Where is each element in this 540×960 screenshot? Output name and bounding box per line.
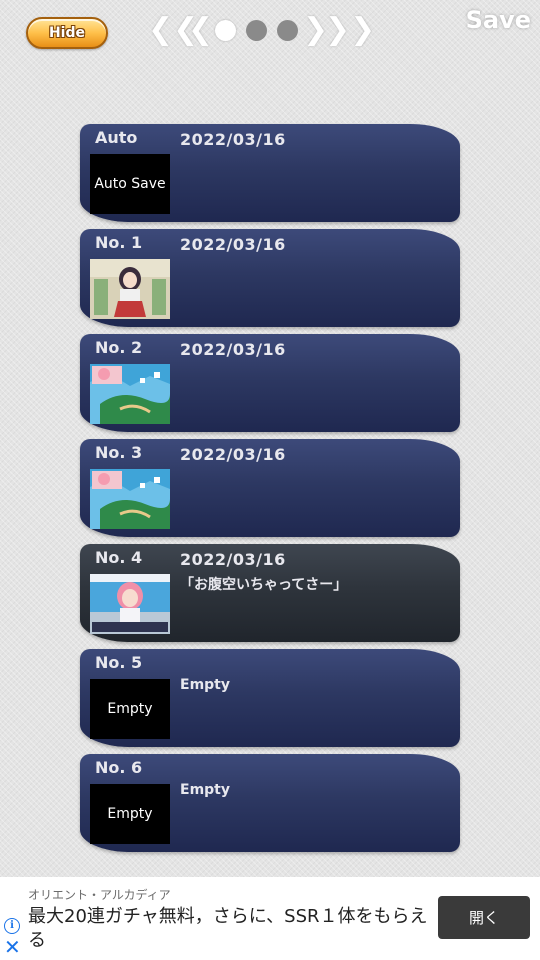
slot-thumbnail [90, 364, 170, 424]
slot-label: No. 3 [95, 443, 143, 462]
thumbnail-text: Empty [107, 806, 153, 822]
slot-date: 2022/03/16 [180, 130, 286, 149]
page-dot[interactable] [215, 19, 236, 41]
slot-subtitle: 「お腹空いちゃってさー」 [180, 577, 348, 593]
ad-headline: 最大20連ガチャ無料，さらに、SSR１体をもらえる [28, 906, 428, 951]
hide-button-label: Hide [48, 25, 86, 41]
slot-label: No. 4 [95, 548, 143, 567]
slot-label: No. 1 [95, 233, 143, 252]
save-slot-2[interactable]: No. 2 2022/03/16 [80, 334, 460, 432]
prev-page-icon[interactable]: ❮ [188, 14, 213, 46]
slot-label: No. 5 [95, 653, 143, 672]
slot-label: Auto [95, 128, 138, 147]
slot-thumbnail [90, 469, 170, 529]
slot-screenshot [90, 259, 170, 319]
ad-sponsor: オリエント・アルカディア [28, 888, 171, 902]
save-slot-auto[interactable]: Auto 2022/03/16 Auto Save [80, 124, 460, 222]
thumbnail-text: Auto Save [94, 176, 166, 192]
first-page-icon[interactable]: ❮❮ [148, 14, 198, 46]
save-slot-1[interactable]: No. 1 2022/03/16 [80, 229, 460, 327]
next-page-icon[interactable]: ❯ [303, 14, 328, 46]
slot-date: 2022/03/16 [180, 550, 286, 569]
slot-thumbnail: Empty [90, 679, 170, 739]
slot-label: No. 6 [95, 758, 143, 777]
slot-thumbnail: Empty [90, 784, 170, 844]
save-slot-5[interactable]: No. 5 Empty Empty [80, 649, 460, 747]
slot-thumbnail [90, 259, 170, 319]
slot-date: 2022/03/16 [180, 235, 286, 254]
thumbnail-text: Empty [107, 701, 153, 717]
slot-subtitle: Empty [180, 782, 230, 798]
slot-screenshot [90, 574, 170, 634]
page-navigator: ❮❮ ❮ ❯ ❯❯ [148, 14, 375, 46]
slot-screenshot [90, 364, 170, 424]
hide-button[interactable]: Hide [26, 17, 108, 49]
save-slot-6[interactable]: No. 6 Empty Empty [80, 754, 460, 852]
page-dot[interactable] [246, 19, 267, 41]
save-slot-4[interactable]: No. 4 2022/03/16 「お腹空いちゃってさー」 [80, 544, 460, 642]
screen-title: Save [465, 6, 531, 34]
info-icon[interactable]: i [4, 918, 20, 934]
ad-open-button[interactable]: 開く [438, 896, 530, 939]
slot-label: No. 2 [95, 338, 143, 357]
page-dot[interactable] [277, 19, 298, 41]
ad-banner[interactable]: オリエント・アルカディア 最大20連ガチャ無料，さらに、SSR１体をもらえる i… [0, 877, 540, 960]
slot-thumbnail [90, 574, 170, 634]
slot-date: 2022/03/16 [180, 340, 286, 359]
close-icon[interactable]: ✕ [4, 937, 21, 957]
slot-date: 2022/03/16 [180, 445, 286, 464]
slot-subtitle: Empty [180, 677, 230, 693]
slot-thumbnail: Auto Save [90, 154, 170, 214]
page-dots [210, 19, 303, 41]
save-slot-3[interactable]: No. 3 2022/03/16 [80, 439, 460, 537]
slot-screenshot [90, 469, 170, 529]
last-page-icon[interactable]: ❯❯ [325, 14, 375, 46]
